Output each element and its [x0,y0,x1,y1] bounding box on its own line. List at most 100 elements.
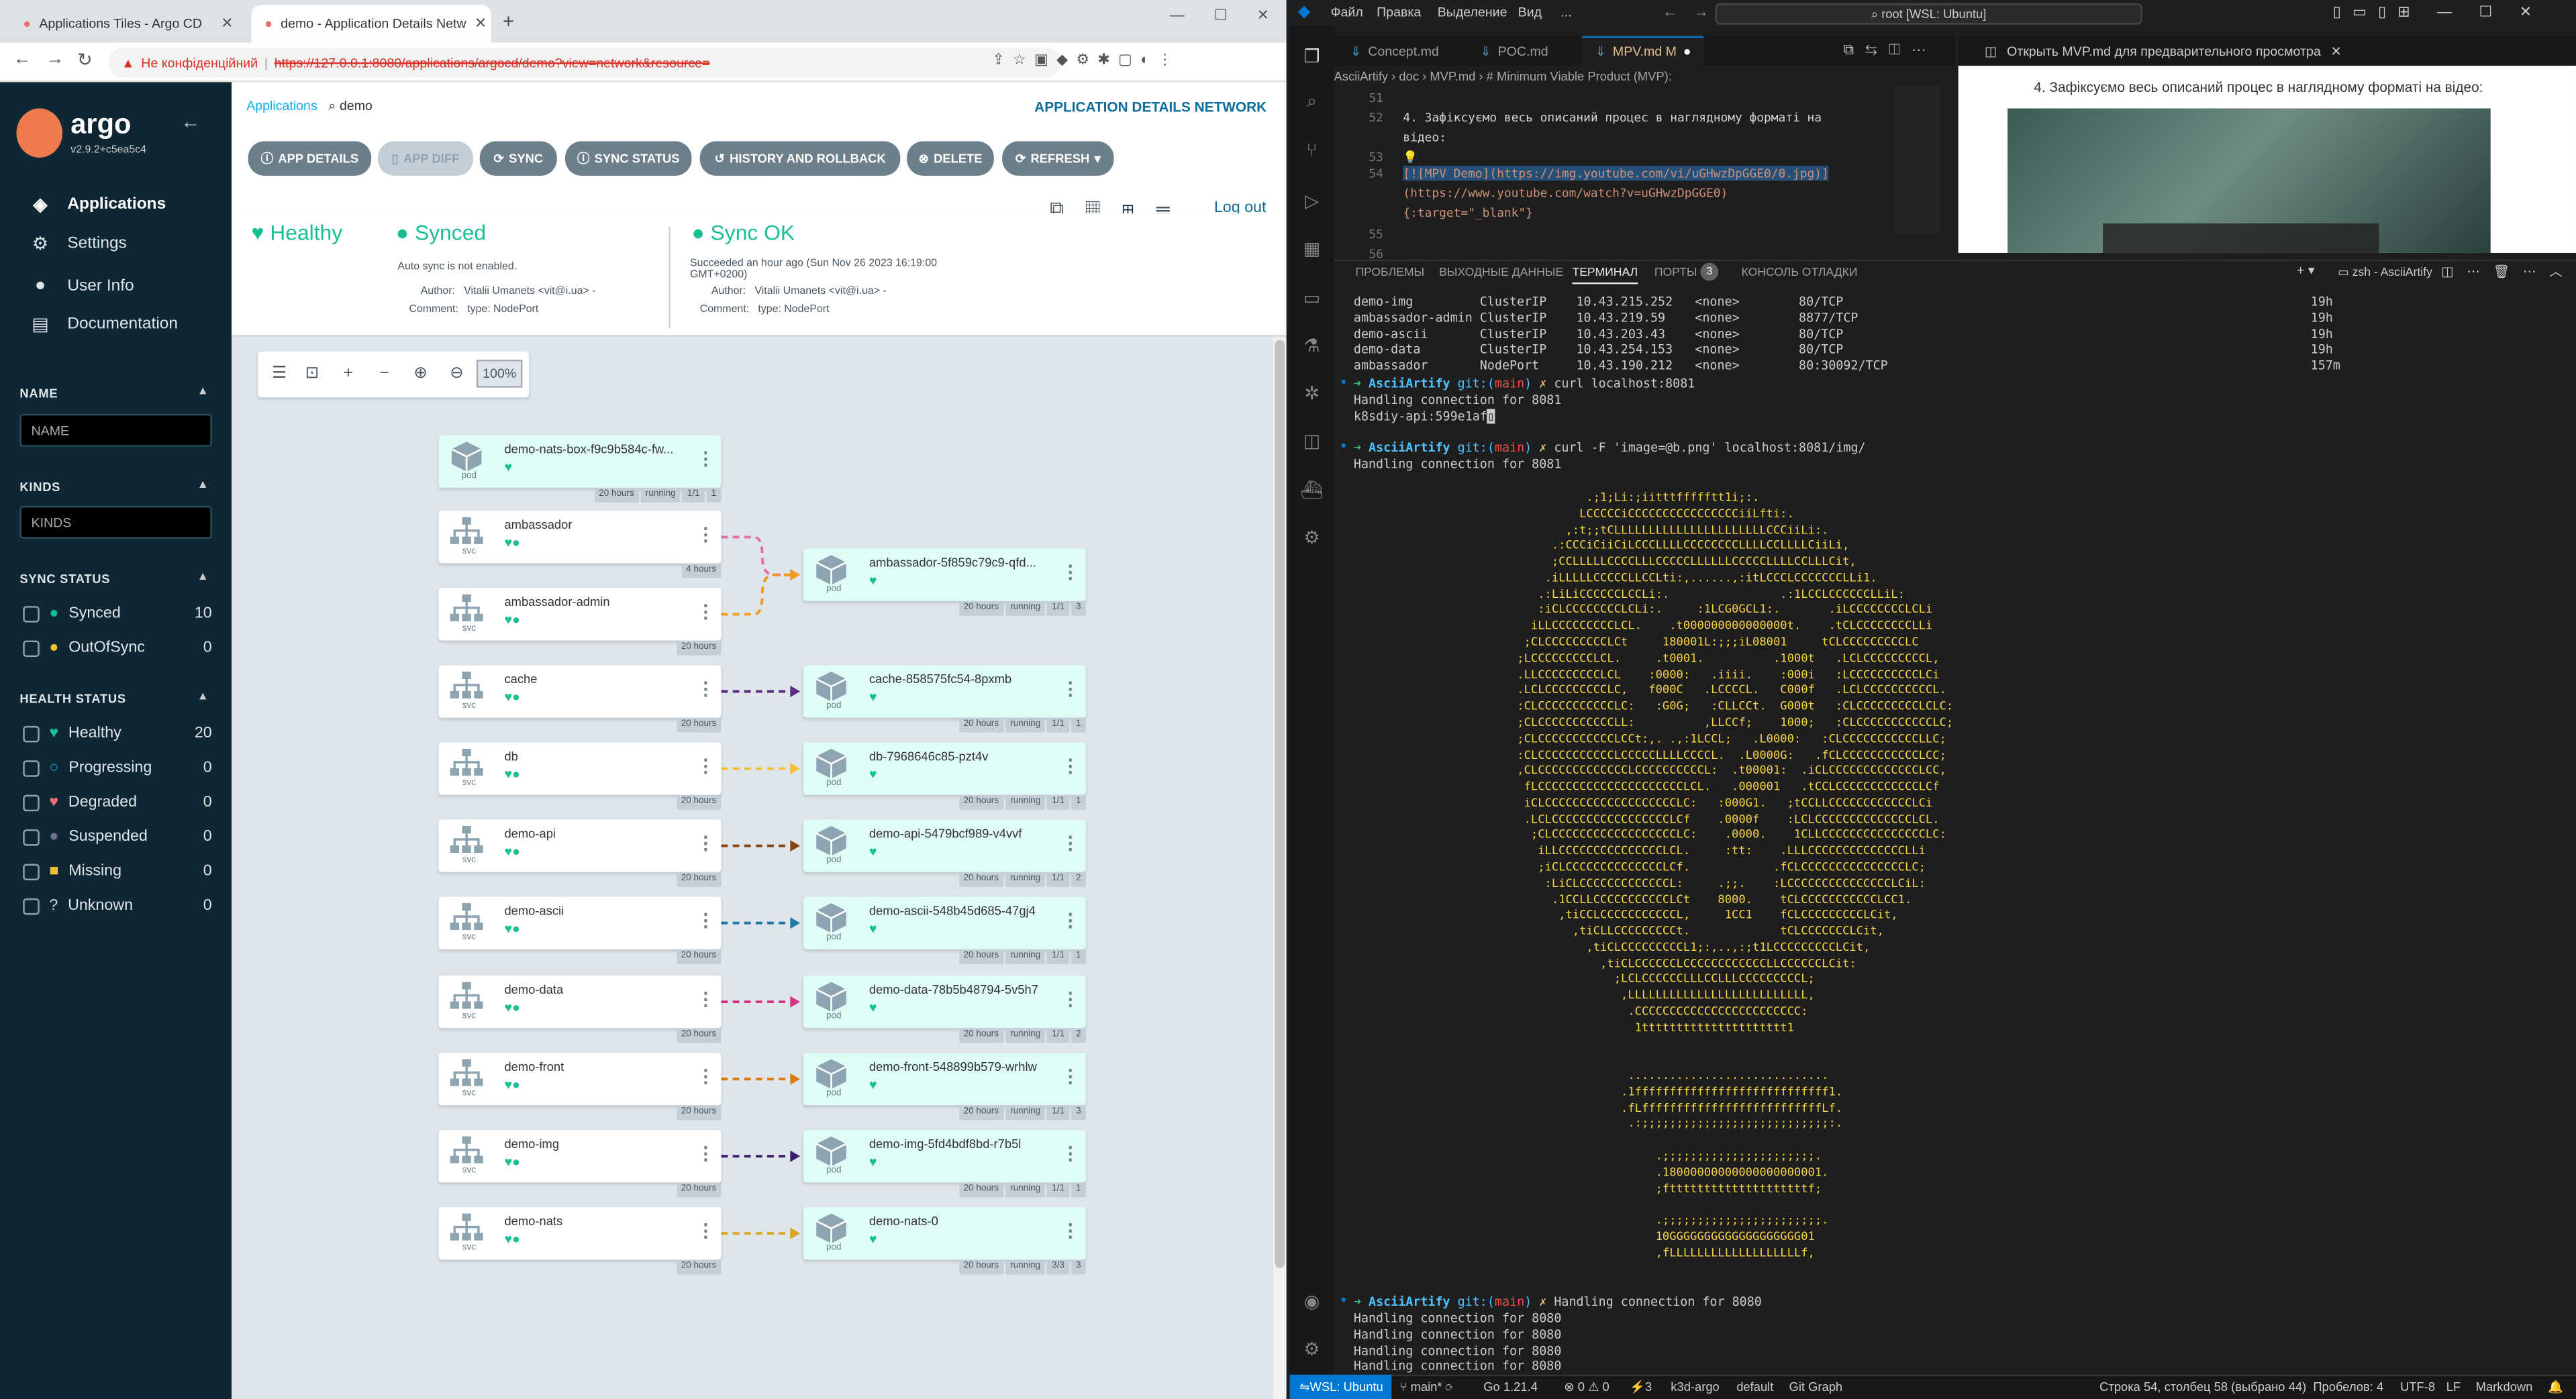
node-menu-icon[interactable]: ⋮ [697,1143,715,1164]
sync-button[interactable]: ⟳ SYNC [479,141,557,176]
delete-button[interactable]: ⊗ DELETE [907,141,994,176]
refresh-button[interactable]: ⟳ REFRESH ▾ [1002,141,1114,176]
checkbox[interactable] [23,760,40,776]
node-menu-icon[interactable]: ⋮ [697,678,715,699]
collapse-icon[interactable]: − [373,363,396,386]
new-tab-icon[interactable]: + [503,10,514,33]
graph-node-svc[interactable]: svc demo-front ♥● ⋮ 20 hours [438,1052,722,1121]
expand-icon[interactable]: + [337,363,360,386]
code-line[interactable]: {:target="_blank"} [1334,205,1533,220]
explorer-icon[interactable]: ❐ [1299,46,1324,71]
extensions-icon[interactable]: ▦ [1299,238,1324,263]
tab-poc[interactable]: ⇓ POC.md [1467,36,1561,66]
history-rollback-button[interactable]: ↺ HISTORY AND ROLLBACK [699,141,901,176]
address-bar[interactable]: ▲ Не конфіденційний | https://127.0.0.1:… [108,47,1062,78]
graph-node-svc[interactable]: svc demo-api ♥● ⋮ 20 hours [438,819,722,887]
filter-missing[interactable]: ■ Missing 0 [23,862,212,880]
menu-selection[interactable]: Выделение [1438,5,1507,19]
sidebar-item-settings[interactable]: ⚙ Settings [28,234,127,254]
fit-icon[interactable]: ⊡ [301,363,324,386]
window-controls[interactable]: —☐✕ [1170,7,1299,25]
terminal-name[interactable]: ▭ zsh - AsciiArtify [2338,264,2432,279]
sidebar-item-documentation[interactable]: ▤ Documentation [28,314,178,335]
panel-tab-debug-console[interactable]: КОНСОЛЬ ОТЛАДКИ [1742,264,1858,279]
ports-status[interactable]: ⚡3 [1630,1380,1652,1394]
filter-outofsync[interactable]: ● OutOfSync 0 [23,639,212,657]
run-debug-icon[interactable]: ▷ [1299,191,1324,215]
zoom-out-icon[interactable]: ⊖ [445,363,468,386]
align-icon[interactable]: ☰ [268,363,291,386]
video-thumbnail[interactable] [2008,108,2491,253]
menu-file[interactable]: Файл [1331,5,1363,19]
graph-node-svc[interactable]: svc demo-nats ♥● ⋮ 20 hours [438,1207,722,1275]
code-line[interactable]: 55 [1334,227,1403,242]
editor-actions[interactable]: ⧉⇆◫⋯ [1843,41,1938,59]
git-graph-icon[interactable]: ◫ [1299,430,1324,455]
forward-icon[interactable]: → [46,49,64,68]
node-menu-icon[interactable]: ⋮ [1061,756,1079,776]
account-icon[interactable]: ◉ [1299,1291,1324,1316]
graph-node-svc[interactable]: svc demo-img ♥● ⋮ 20 hours [438,1130,722,1198]
graph-node-pod[interactable]: pod demo-front-548899b579-wrhlw ♥ ⋮ 20 hours… [803,1052,1086,1121]
node-menu-icon[interactable]: ⋮ [697,989,715,1010]
node-menu-icon[interactable]: ⋮ [1061,562,1079,583]
node-menu-icon[interactable]: ⋮ [1061,1143,1079,1164]
app-diff-button[interactable]: ▯ APP DIFF [377,141,473,176]
menu-edit[interactable]: Правка [1377,5,1421,19]
graph-node-svc[interactable]: svc demo-ascii ♥● ⋮ 20 hours [438,896,722,964]
command-decoration-icon[interactable]: ● [1340,442,1346,452]
remote-indicator[interactable]: ⇋ WSL: Ubuntu [1289,1374,1392,1399]
terminal-actions[interactable]: ◫⋯🗑⋯︿✕ [2441,263,2576,281]
name-filter-input[interactable]: NAME [19,413,212,447]
menu-more[interactable]: ... [1561,5,1571,19]
search-icon[interactable]: ⌕ [1299,92,1324,117]
filter-suspended[interactable]: ● Suspended 0 [23,828,212,846]
command-decoration-icon[interactable]: ● [1340,378,1346,388]
node-menu-icon[interactable]: ⋮ [1061,910,1079,931]
code-line[interactable]: 53 💡 [1334,150,1418,164]
command-center-search[interactable]: ⌕ root [WSL: Ubuntu] [1715,3,2142,25]
graph-node-pod[interactable]: pod ambassador-5f859c79c9-qfd... ♥ ⋮ 20 hour… [803,548,1086,616]
graph-node-pod[interactable]: pod demo-data-78b5b48794-5v5h7 ♥ ⋮ 20 hours r… [803,975,1086,1043]
git-graph-status[interactable]: Git Graph [1789,1380,1843,1394]
checkbox[interactable] [23,605,40,622]
checkbox[interactable] [23,897,40,915]
node-menu-icon[interactable]: ⋮ [697,833,715,853]
graph-node-svc[interactable]: svc ambassador ♥● ⋮ 4 hours [438,511,722,578]
node-menu-icon[interactable]: ⋮ [697,601,715,622]
code-line[interactable]: 51 [1334,91,1403,105]
kinds-filter-input[interactable]: KINDS [19,505,212,539]
minimap[interactable] [1894,85,1940,234]
manage-gear-icon[interactable]: ⚙ [1299,1339,1324,1363]
eol[interactable]: LF [2446,1380,2461,1394]
layout-controls[interactable]: ▯▭▯⊞ — ☐ ✕ [2333,3,2543,21]
back-icon[interactable]: ← [13,49,32,68]
sidebar-item-applications[interactable]: ◈ Applications [28,194,166,215]
encoding[interactable]: UTF-8 [2400,1380,2435,1394]
problems-count[interactable]: ⊗ 0 ⚠ 0 [1564,1380,1609,1394]
node-menu-icon[interactable]: ⋮ [697,756,715,776]
new-terminal-icon[interactable]: + ▾ [2297,263,2315,278]
preview-tab[interactable]: ◫ Открыть MVP.md для предварительного про… [1958,36,2576,66]
node-menu-icon[interactable]: ⋮ [1061,989,1079,1010]
graph-node-pod[interactable]: pod demo-nats-box-f9c9b584c-fw... ♥ ⋮ 20 hou… [438,435,722,503]
tab-concept[interactable]: ⇓ Concept.md [1337,36,1452,66]
node-menu-icon[interactable]: ⋮ [697,1221,715,1241]
language-mode[interactable]: Markdown [2476,1380,2533,1394]
go-version[interactable]: Go 1.21.4 [1483,1380,1538,1394]
checkbox[interactable] [23,828,40,845]
kubernetes-icon[interactable]: ✲ [1299,382,1324,407]
tab-mvp[interactable]: ⇓ MPV.md M ● [1582,36,1705,66]
checkbox[interactable] [23,794,40,811]
graph-node-pod[interactable]: pod cache-858575fc54-8pxmb ♥ ⋮ 20 hours runni… [803,665,1086,733]
checkbox[interactable] [23,863,40,880]
git-branch[interactable]: ⑂ main* ⟳ [1399,1380,1452,1394]
code-line[interactable]: (https://www.youtube.com/watch?v=uGHwzDp… [1334,186,1728,201]
node-menu-icon[interactable]: ⋮ [697,448,715,470]
checkbox[interactable] [23,639,40,656]
menu-view[interactable]: Вид [1518,5,1542,19]
node-menu-icon[interactable]: ⋮ [1061,1066,1079,1087]
panel-tab-output[interactable]: ВЫХОДНЫЕ ДАННЫЕ [1439,264,1563,279]
cursor-position[interactable]: Строка 54, столбец 58 (выбрано 44) [2099,1380,2306,1394]
filter-progressing[interactable]: ○ Progressing 0 [23,759,212,777]
